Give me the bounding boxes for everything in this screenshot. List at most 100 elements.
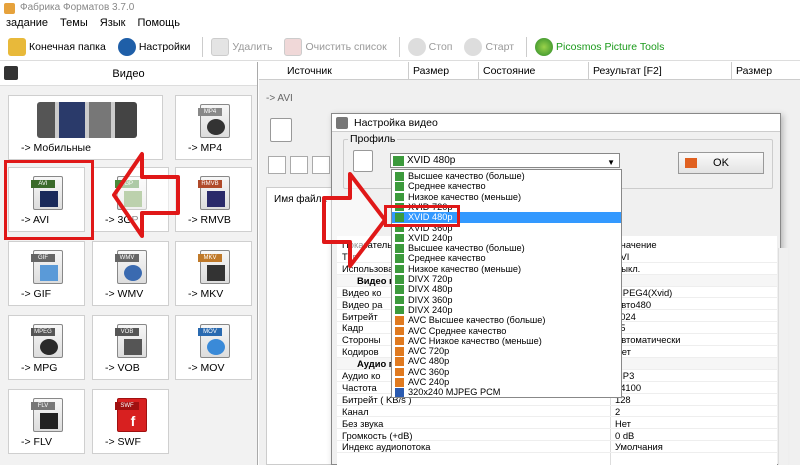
profile-option[interactable]: AVC 480p xyxy=(392,356,621,367)
col-size[interactable]: Размер xyxy=(409,62,479,80)
stop-button[interactable]: Стоп xyxy=(406,34,459,60)
profile-option-icon xyxy=(395,192,404,202)
ok-button[interactable]: OK xyxy=(678,152,764,174)
tile-vob[interactable]: VOB -> VOB xyxy=(92,315,169,380)
profile-option-label: Низкое качество (меньше) xyxy=(408,191,522,202)
profile-option[interactable]: Среднее качество xyxy=(392,181,621,192)
profile-option[interactable]: Высшее качество (больше) xyxy=(392,171,621,182)
menu-language[interactable]: Язык xyxy=(100,16,126,32)
settings-icon xyxy=(117,37,136,56)
mobile-devices-icon xyxy=(37,102,137,138)
tile-rmvb[interactable]: RMVB -> RMVB xyxy=(175,167,252,232)
tile-mpg[interactable]: MPEG -> MPG xyxy=(8,315,85,380)
col-result-size[interactable]: Размер xyxy=(732,62,800,80)
profile-option[interactable]: DIVX 480p xyxy=(392,284,621,295)
profile-option[interactable]: AVC 360p xyxy=(392,367,621,378)
profile-select[interactable]: XVID 480p ▼ xyxy=(390,153,620,168)
clear-list-label: Очистить список xyxy=(305,40,387,53)
picosmos-label: Picosmos Picture Tools xyxy=(556,40,665,53)
profile-label: Профиль xyxy=(348,133,398,145)
flv-icon: FLV xyxy=(31,398,63,432)
tile-label: -> GIF xyxy=(21,288,52,300)
profile-option[interactable]: Высшее качество (больше) xyxy=(392,243,621,254)
profile-option[interactable]: DIVX 240p xyxy=(392,305,621,316)
folder-icon xyxy=(8,37,26,56)
start-button[interactable]: Старт xyxy=(462,34,520,60)
setting-value: Нет xyxy=(615,417,631,429)
col-status[interactable]: Состояние xyxy=(479,62,589,80)
profile-option-label: DIVX 480p xyxy=(408,284,453,295)
clear-list-button[interactable]: Очистить список xyxy=(282,34,392,60)
app-icon xyxy=(4,3,15,14)
gif-icon: GIF xyxy=(31,250,63,284)
profile-option-icon xyxy=(395,378,404,387)
profile-option[interactable]: AVC Среднее качество xyxy=(392,326,621,337)
setting-value: Умолчания xyxy=(615,441,663,453)
profile-option-label: AVC Низкое качество (меньше) xyxy=(408,335,542,346)
subwindow-title: -> AVI xyxy=(266,93,293,104)
window-title: Фабрика Форматов 3.7.0 xyxy=(0,0,800,16)
settings-row[interactable]: Индекс аудиопотока Умолчания xyxy=(337,441,777,454)
tile-wmv[interactable]: WMV -> WMV xyxy=(92,241,169,306)
settings-label: Настройки xyxy=(138,40,191,53)
tile-mp4[interactable]: MP4 -> MP4 xyxy=(175,95,252,160)
mkv-icon: MKV xyxy=(198,250,230,284)
profile-option-icon xyxy=(395,336,404,346)
tile-mov[interactable]: MOV -> MOV xyxy=(175,315,252,380)
setting-name: Видео ко xyxy=(342,286,382,298)
tile-mkv[interactable]: MKV -> MKV xyxy=(175,241,252,306)
menu-themes[interactable]: Темы xyxy=(60,16,88,32)
profile-option[interactable]: AVC Низкое качество (меньше) xyxy=(392,336,621,347)
dialog-titlebar: Настройка видео xyxy=(332,114,780,132)
profile-option[interactable]: DIVX 720p xyxy=(392,274,621,285)
profile-option[interactable]: AVC Высшее качество (больше) xyxy=(392,315,621,326)
menu-task[interactable]: задание xyxy=(6,16,48,32)
profile-option[interactable]: Низкое качество (меньше) xyxy=(392,192,621,203)
tile-label: -> VOB xyxy=(105,362,140,374)
delete-button[interactable]: Удалить xyxy=(209,34,278,60)
profile-option[interactable]: XVID 240p xyxy=(392,233,621,244)
tile-flv[interactable]: FLV -> FLV xyxy=(8,389,85,454)
col-source[interactable]: Источник xyxy=(283,62,409,80)
setting-name: Индекс аудиопотока xyxy=(342,441,431,453)
toolbar-separator xyxy=(202,36,204,57)
profile-dropdown-list[interactable]: Высшее качество (больше) Среднее качество… xyxy=(391,169,622,398)
profile-option[interactable]: AVC 720p xyxy=(392,346,621,357)
tile-swf[interactable]: SWF f -> SWF xyxy=(92,389,169,454)
dialog-title: Настройка видео xyxy=(354,117,438,129)
profile-option[interactable]: 320x240 MJPEG PCM xyxy=(392,387,621,398)
output-folder-button[interactable]: Конечная папка xyxy=(6,34,112,60)
profile-option-label: DIVX 240p xyxy=(408,304,453,315)
table-scrollbar[interactable] xyxy=(778,248,788,465)
settings-row[interactable]: Канал 2 xyxy=(337,406,777,418)
mp4-icon: MP4 xyxy=(198,104,230,138)
highlight-avi-tile xyxy=(4,160,94,240)
profile-option-label: AVC 720p xyxy=(408,346,450,357)
tile-label: -> MP4 xyxy=(188,142,223,154)
menu-help[interactable]: Помощь xyxy=(137,16,180,32)
col-result[interactable]: Результат [F2] xyxy=(589,62,732,80)
profile-option-icon xyxy=(395,326,404,335)
profile-option-icon xyxy=(395,172,404,181)
sub-tool-icon[interactable] xyxy=(268,156,286,174)
setting-name: Без звука xyxy=(342,417,384,429)
dialog-icon xyxy=(336,117,348,129)
mpg-icon: MPEG xyxy=(31,324,63,358)
profile-option[interactable]: AVC 240p xyxy=(392,377,621,388)
sub-tool-icon[interactable] xyxy=(290,156,308,174)
profile-option-label: DIVX 720p xyxy=(408,274,453,284)
profile-option[interactable]: Низкое качество (меньше) xyxy=(392,264,621,275)
settings-row[interactable]: Без звука Нет xyxy=(337,418,777,430)
tile-gif[interactable]: GIF -> GIF xyxy=(8,241,85,306)
profile-option[interactable]: Среднее качество xyxy=(392,253,621,264)
picosmos-button[interactable]: Picosmos Picture Tools xyxy=(533,34,670,60)
setting-name: Аудио ко xyxy=(342,370,381,381)
file-name-header: Имя файла xyxy=(274,194,328,205)
profile-option-icon xyxy=(395,285,404,294)
profile-option-label: Высшее качество (больше) xyxy=(408,171,525,181)
profile-option[interactable]: DIVX 360p xyxy=(392,295,621,306)
profile-option-icon xyxy=(395,244,404,253)
settings-row[interactable]: Громкость (+dB) 0 dB xyxy=(337,430,777,442)
profile-option-label: Высшее качество (больше) xyxy=(408,243,525,254)
settings-button[interactable]: Настройки xyxy=(116,34,197,60)
